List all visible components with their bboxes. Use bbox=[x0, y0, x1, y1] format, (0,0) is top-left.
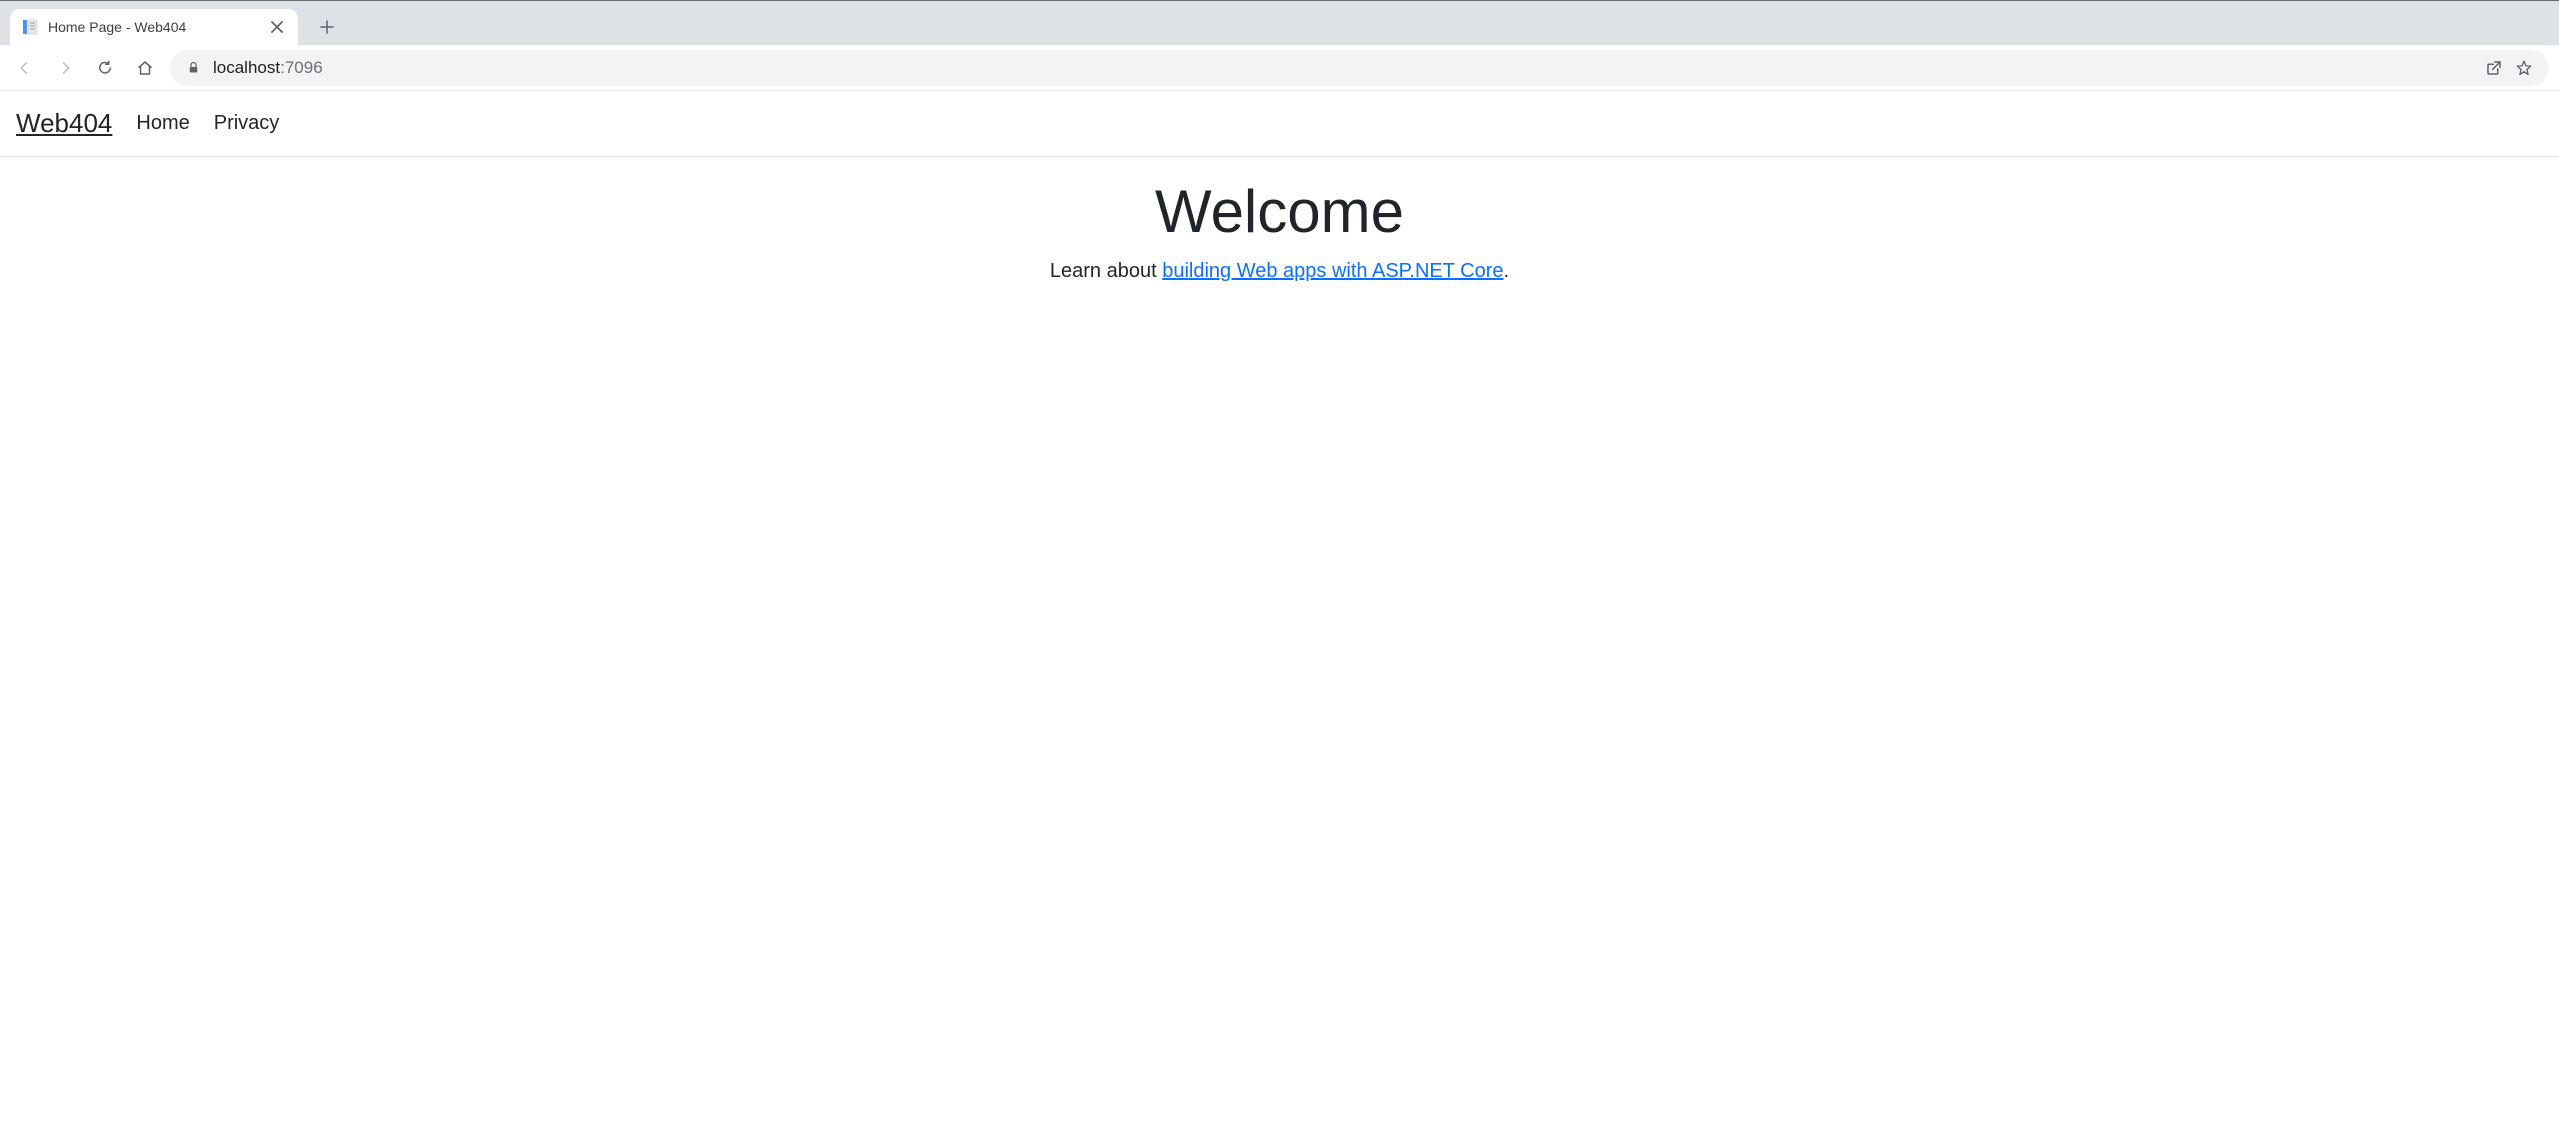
tab-close-button[interactable] bbox=[268, 18, 286, 36]
home-button[interactable] bbox=[130, 53, 160, 83]
page-favicon-icon bbox=[22, 19, 38, 35]
bookmark-star-icon[interactable] bbox=[2515, 59, 2533, 77]
brand-link[interactable]: Web404 bbox=[16, 108, 112, 139]
hero-lead: Learn about building Web apps with ASP.N… bbox=[0, 260, 2559, 283]
browser-toolbar: localhost:7096 bbox=[0, 45, 2559, 91]
hero-lead-suffix: . bbox=[1504, 260, 1510, 282]
url-port: :7096 bbox=[280, 58, 323, 77]
hero-section: Welcome Learn about building Web apps wi… bbox=[0, 157, 2559, 283]
new-tab-button[interactable] bbox=[312, 12, 342, 42]
site-navbar: Web404 Home Privacy bbox=[0, 91, 2559, 157]
forward-button[interactable] bbox=[50, 53, 80, 83]
address-bar[interactable]: localhost:7096 bbox=[170, 50, 2549, 86]
lock-icon bbox=[186, 60, 201, 75]
back-button[interactable] bbox=[10, 53, 40, 83]
nav-link-home[interactable]: Home bbox=[136, 112, 189, 135]
browser-chrome: Home Page - Web404 localhost:7096 bbox=[0, 0, 2559, 91]
tab-title: Home Page - Web404 bbox=[48, 19, 268, 35]
share-icon[interactable] bbox=[2485, 59, 2503, 77]
hero-lead-link[interactable]: building Web apps with ASP.NET Core bbox=[1162, 260, 1503, 282]
url-host: localhost bbox=[213, 58, 280, 77]
nav-link-privacy[interactable]: Privacy bbox=[214, 112, 280, 135]
reload-button[interactable] bbox=[90, 53, 120, 83]
web-page: Web404 Home Privacy Welcome Learn about … bbox=[0, 91, 2559, 283]
tab-strip: Home Page - Web404 bbox=[0, 1, 2559, 45]
browser-tab[interactable]: Home Page - Web404 bbox=[10, 9, 298, 45]
url-text: localhost:7096 bbox=[213, 58, 323, 78]
hero-heading: Welcome bbox=[0, 177, 2559, 246]
hero-lead-prefix: Learn about bbox=[1050, 260, 1162, 282]
